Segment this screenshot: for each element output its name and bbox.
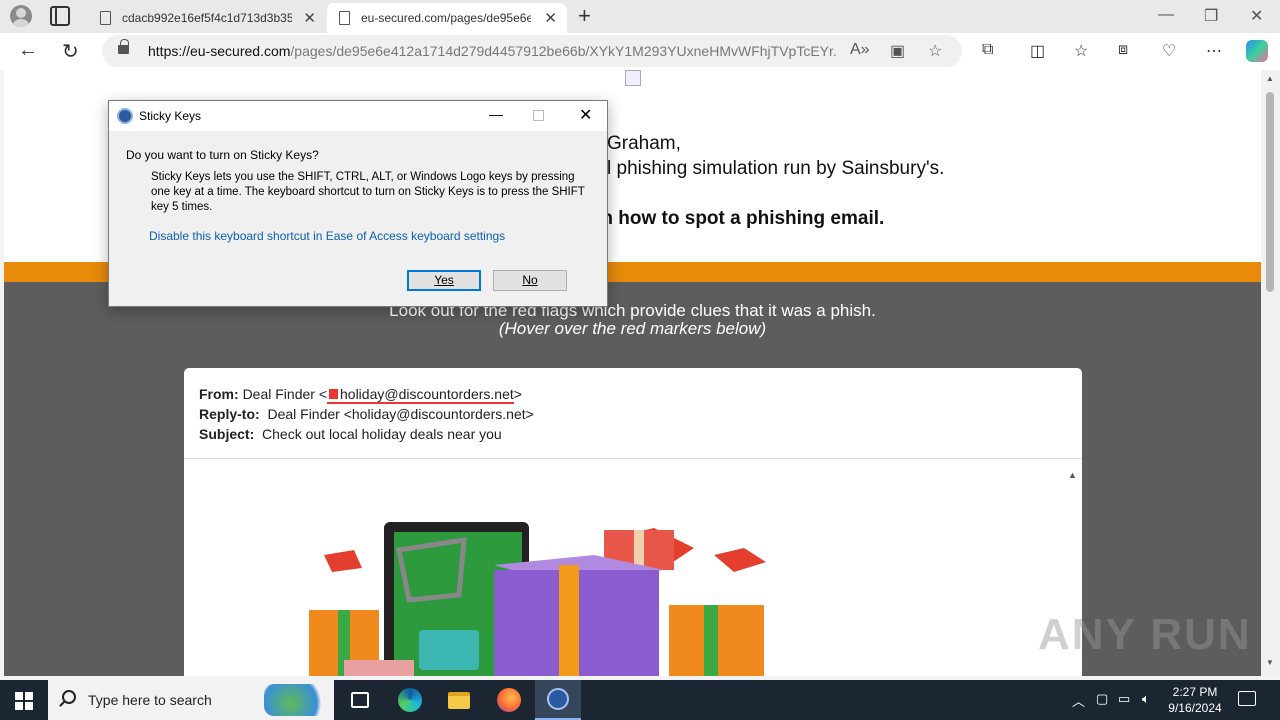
dialog-description: Sticky Keys lets you use the SHIFT, CTRL… [151,171,585,213]
from-name: Deal Finder < [242,386,327,402]
tray-device-icon[interactable]: ▢ [1096,691,1108,707]
task-view-button[interactable] [337,680,383,720]
from-label: From: [199,386,239,402]
search-highlight-icon [264,684,330,716]
tab-title: cdacb992e16ef5f4c1d713d3b35a1 [122,11,292,25]
inner-scroll-up-icon[interactable]: ▲ [1068,470,1077,480]
ease-of-access-icon [547,688,569,710]
copilot-icon[interactable] [1246,40,1268,62]
from-close: > [513,386,522,402]
close-tab-icon[interactable]: ✕ [303,9,316,27]
from-line: From: Deal Finder < holiday@discountorder… [199,386,522,404]
tray-chevron-icon[interactable]: ︿ [1072,691,1085,710]
network-icon[interactable]: ▭ [1118,691,1130,707]
close-window-icon[interactable]: ✕ [1250,6,1263,26]
url-text[interactable]: https://eu-secured.com/pages/de95e6e412a… [148,43,838,59]
dialog-titlebar[interactable]: Sticky Keys — ✕ [109,101,607,131]
refresh-icon[interactable]: ↻ [62,39,79,64]
immersive-reader-icon[interactable]: ▣ [890,41,905,61]
edge-icon [398,688,422,712]
sticky-keys-dialog: Sticky Keys — ✕ Do you want to turn on S… [108,100,608,307]
firefox-icon [497,688,521,712]
watermark-logo: ANY RUN [1038,610,1252,659]
dialog-minimize-icon[interactable]: — [489,106,503,122]
extensions-icon[interactable]: ⧉ [982,41,993,59]
scroll-up-icon[interactable]: ▲ [1266,74,1274,83]
tab-title: eu-secured.com/pages/de95e6e4 [361,11,531,25]
tab-actions-icon[interactable] [50,6,70,26]
notifications-icon[interactable] [1238,691,1256,706]
settings-more-icon[interactable]: ⋯ [1206,41,1222,61]
scroll-thumb[interactable] [1266,92,1274,292]
subject-line: Subject: Check out local holiday deals n… [199,426,502,442]
taskbar: Type here to search ︿ ▢ ▭ 🔈︎ 2:27 PM 9/1… [0,680,1280,720]
red-flag-icon[interactable] [329,389,338,399]
volume-icon[interactable]: 🔈︎ [1142,691,1150,707]
learn-heading: rn how to spot a phishing email. [594,208,885,229]
dialog-title: Sticky Keys [139,109,202,123]
hover-instruction: (Hover over the red markers below) [498,319,767,338]
browser-essentials-icon[interactable]: ♡ [1162,41,1176,61]
dialog-question: Do you want to turn on Sticky Keys? [126,148,319,162]
browser-toolbar: ← ↻ https://eu-secured.com/pages/de95e6e… [0,33,1280,70]
favorites-icon[interactable]: ☆ [1074,41,1088,61]
new-tab-icon[interactable]: + [578,3,591,29]
lock-icon[interactable] [118,39,129,54]
scroll-down-icon[interactable]: ▼ [1266,658,1274,667]
back-icon[interactable]: ← [18,39,38,62]
address-bar[interactable]: https://eu-secured.com/pages/de95e6e412a… [102,35,962,67]
simulation-text: l phishing simulation run by Sainsbury's… [607,158,945,179]
split-screen-icon[interactable]: ◫ [1030,41,1045,61]
broken-image-icon [625,70,641,86]
red-flag-marker[interactable]: holiday@discountorders.net [327,386,514,404]
ease-of-access-taskbar-button[interactable] [535,680,581,720]
no-button[interactable]: No [493,270,567,291]
gift-illustration [309,522,766,676]
replyto-label: Reply-to: [199,406,260,422]
from-address[interactable]: holiday@discountorders.net [340,386,514,402]
firefox-taskbar-button[interactable] [486,680,532,720]
yes-button[interactable]: Yes [407,270,481,291]
folder-icon [448,691,470,709]
search-icon [62,690,76,704]
close-tab-icon[interactable]: ✕ [544,9,557,27]
replyto-line: Reply-to: Deal Finder <holiday@discounto… [199,406,534,422]
clock-time: 2:27 PM [1172,685,1218,699]
tab-strip: cdacb992e16ef5f4c1d713d3b35a1 ✕ eu-secur… [0,0,1280,33]
minimize-window-icon[interactable]: — [1158,6,1174,24]
page-icon [100,11,111,25]
restore-window-icon[interactable]: ❐ [1204,6,1218,26]
collections-icon[interactable]: ⧈ [1118,41,1128,59]
search-placeholder: Type here to search [88,692,212,708]
task-view-icon [351,692,369,708]
disable-shortcut-link[interactable]: Disable this keyboard shortcut in Ease o… [149,229,505,243]
tab-2[interactable]: eu-secured.com/pages/de95e6e4 ✕ [327,3,567,33]
taskbar-search[interactable]: Type here to search [48,680,334,720]
header-divider [184,458,1082,459]
read-aloud-icon[interactable]: A» [850,41,870,59]
start-button[interactable] [15,692,33,710]
dialog-close-icon[interactable]: ✕ [579,105,592,125]
taskbar-clock[interactable]: 2:27 PM 9/16/2024 [1164,684,1226,716]
favorite-star-icon[interactable]: ☆ [928,41,942,61]
profile-avatar-icon[interactable] [10,5,32,27]
replyto-value: Deal Finder <holiday@discountorders.net> [267,406,534,422]
file-explorer-button[interactable] [436,680,482,720]
dialog-maximize-icon [533,110,544,121]
clock-date: 9/16/2024 [1168,701,1222,715]
ease-of-access-icon [117,108,133,124]
edge-taskbar-button[interactable] [387,680,433,720]
page-icon [339,11,350,25]
subject-label: Subject: [199,426,255,442]
page-scrollbar[interactable]: ▲ ▼ [1262,70,1280,676]
tab-1[interactable]: cdacb992e16ef5f4c1d713d3b35a1 ✕ [88,3,326,33]
subject-value: Check out local holiday deals near you [262,426,502,442]
greeting-text: Graham, [607,133,681,154]
